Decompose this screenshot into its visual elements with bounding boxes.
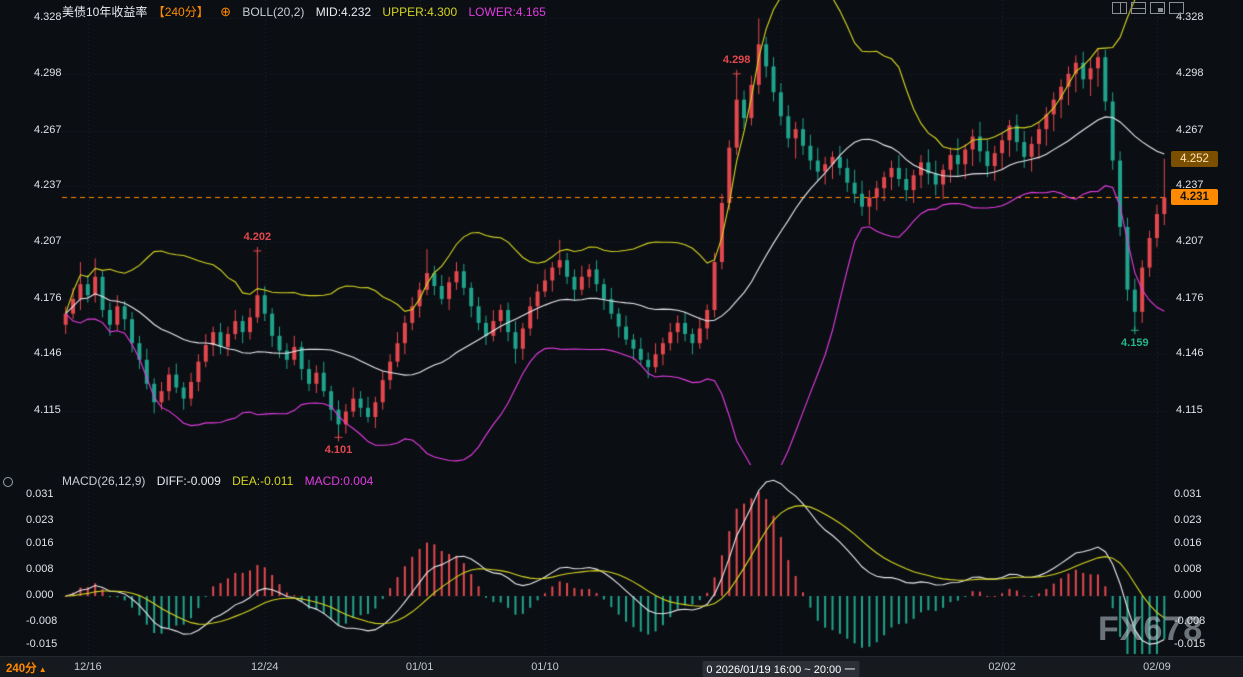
instrument-title: 美债10年收益率 (62, 5, 147, 19)
macd-header: MACD(26,12,9) DIFF:-0.009 DEA:-0.011 MAC… (62, 474, 381, 488)
time-axis-label: 12/16 (74, 661, 102, 673)
layout-fullscreen-icon[interactable] (1169, 2, 1184, 14)
price-annotation-local-high: 4.202 (244, 231, 272, 243)
macd-indicator-label: MACD(26,12,9) (62, 474, 145, 488)
price-annotation-recent-low: 4.159 (1121, 337, 1149, 349)
layout-split-vertical-icon[interactable] (1112, 2, 1127, 14)
time-axis-label: 02/02 (988, 661, 1016, 673)
trading-chart-app: 美债10年收益率 【240分】 ⊕ BOLL(20,2) MID:4.232 U… (0, 0, 1243, 677)
boll-mid-value: MID:4.232 (316, 5, 371, 19)
price-annotation-swing-low: 4.101 (325, 444, 353, 456)
time-axis-label: 01/10 (531, 661, 559, 673)
window-layout-controls (1112, 2, 1184, 14)
time-axis-label: 12/24 (251, 661, 279, 673)
time-axis-labels: 12/16 12/24 01/01 01/10 0 2026/01/19 16:00 ~… (0, 657, 1243, 677)
macd-macd-value: MACD:0.004 (305, 474, 374, 488)
layout-pip-icon[interactable] (1150, 2, 1165, 14)
boll-indicator-label: BOLL(20,2) (242, 5, 304, 19)
chart-header: 美债10年收益率 【240分】 ⊕ BOLL(20,2) MID:4.232 U… (62, 3, 554, 20)
macd-pane-collapse-icon[interactable] (3, 477, 13, 487)
macd-dea-value: DEA:-0.011 (232, 474, 293, 488)
layout-split-horizontal-icon[interactable] (1131, 2, 1146, 14)
session-high-tag: 4.252 (1171, 151, 1218, 167)
watermark: FX678 (1098, 610, 1203, 649)
boll-upper-value: UPPER:4.300 (382, 5, 457, 19)
crosshair-time-label: 0 2026/01/19 16:00 ~ 20:00 一 (702, 661, 859, 677)
chart-canvas[interactable] (0, 0, 1243, 656)
current-price-tag: 4.231 (1171, 189, 1218, 205)
circle-plus-icon[interactable]: ⊕ (220, 4, 231, 19)
price-annotation-swing-high: 4.298 (723, 54, 751, 66)
time-axis-label: 01/01 (406, 661, 434, 673)
boll-lower-value: LOWER:4.165 (468, 5, 545, 19)
time-axis-bar: 240分▲ 12/1612/2401/0101/100 2026/01/19 1… (0, 656, 1243, 677)
timeframe-bracket: 【240分】 (153, 5, 209, 19)
macd-diff-value: DIFF:-0.009 (157, 474, 221, 488)
time-axis-label: 02/09 (1143, 661, 1171, 673)
